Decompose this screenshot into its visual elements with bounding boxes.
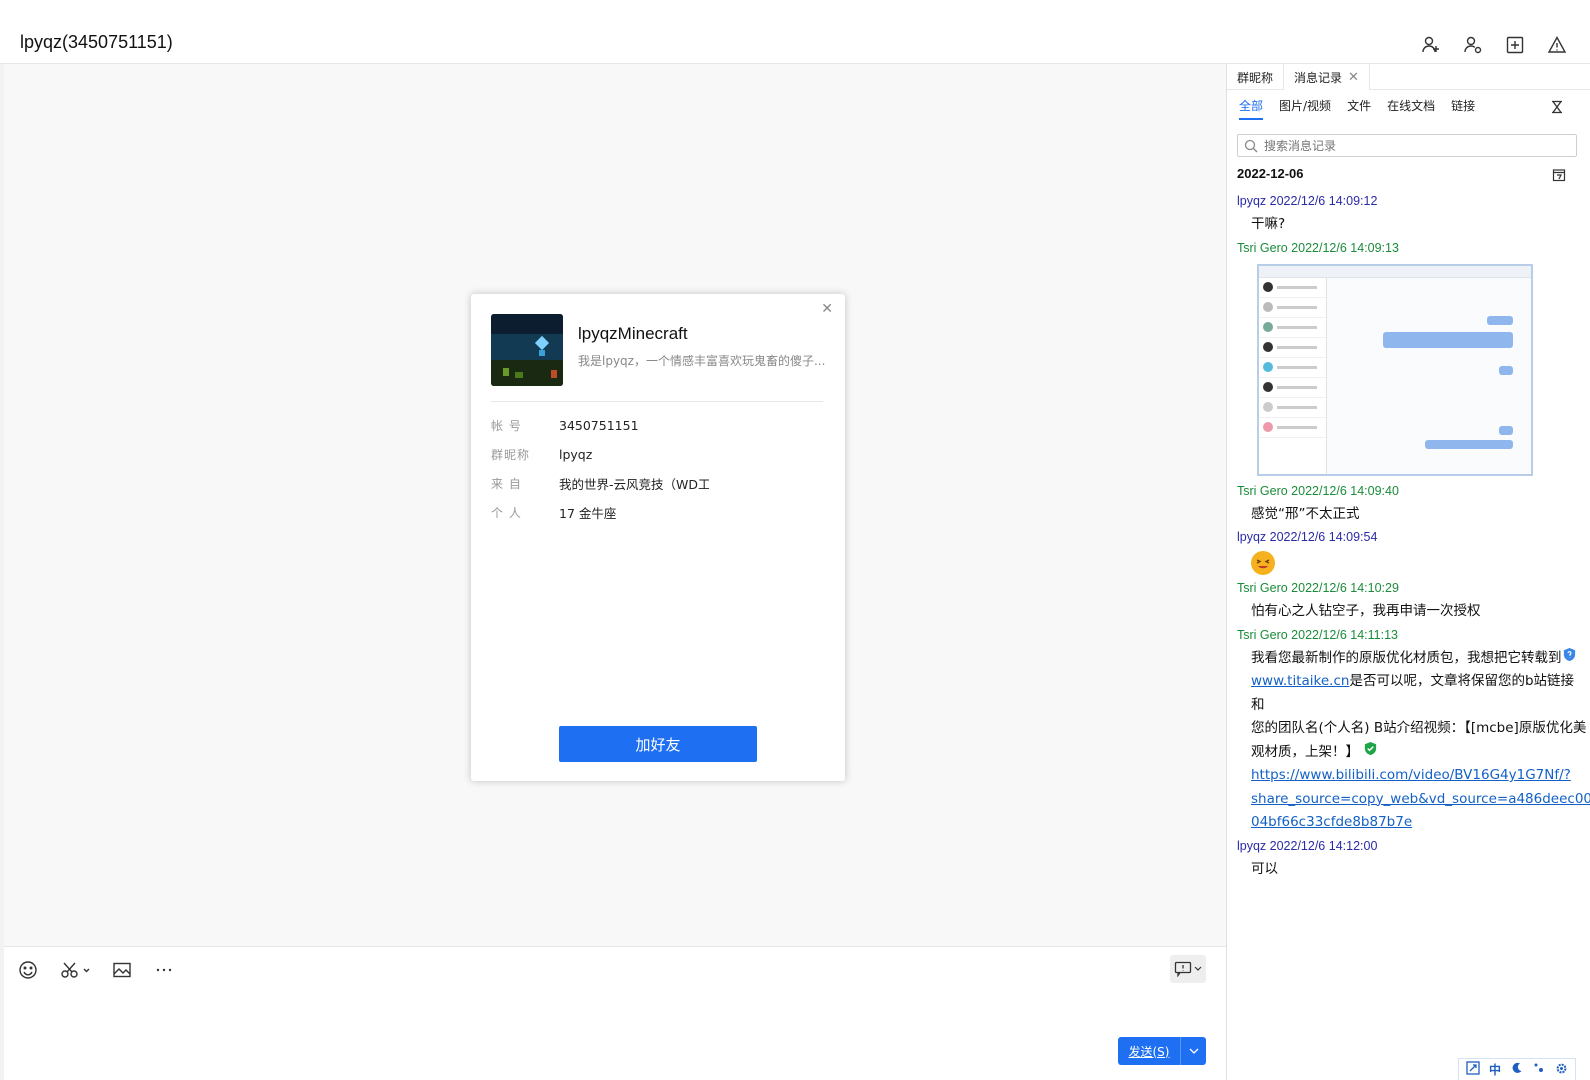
info-row-from: 来 自 我的世界-云风竞技（WD工作室） <box>491 469 709 498</box>
message-text: 我看您最新制作的原版优化材质包，我想把它转载到 www.titaike.cn是否… <box>1237 647 1590 835</box>
info-row-account: 帐 号 3450751151 <box>491 411 709 440</box>
subtab-media[interactable]: 图片/视频 <box>1279 97 1331 120</box>
message-text: 怕有心之人钻空子，我再申请一次授权 <box>1251 603 1481 619</box>
add-app-icon[interactable] <box>1504 34 1526 56</box>
filter-icon[interactable] <box>1550 100 1564 117</box>
laughing-emoji-icon <box>1251 551 1275 575</box>
profile-name: lpyqzMinecraft <box>578 324 688 343</box>
search-input[interactable] <box>1264 138 1564 153</box>
divider <box>491 401 823 402</box>
tab-label: 消息记录 <box>1294 70 1343 85</box>
moon-icon[interactable] <box>1509 1062 1525 1077</box>
add-member-icon[interactable] <box>1420 34 1442 56</box>
history-filter-tabs: 全部 图片/视频 文件 在线文档 链接 <box>1239 97 1475 120</box>
message-meta: Tsri Gero 2022/12/6 14:09:40 <box>1237 483 1399 498</box>
panel-tabs: 群昵称 消息记录 ✕ <box>1227 64 1590 90</box>
message-text: 感觉“邢”不太正式 <box>1251 505 1360 522</box>
subtab-files[interactable]: 文件 <box>1347 97 1371 120</box>
chevron-down-icon <box>1189 1048 1198 1054</box>
member-settings-icon[interactable] <box>1462 34 1484 56</box>
subtab-all[interactable]: 全部 <box>1239 97 1264 120</box>
profile-card: ✕ lpyqzMinecraft 我是lpyqz，一个情感丰富喜欢玩鬼畜的傻子.… <box>471 294 845 781</box>
search-icon <box>1244 139 1258 152</box>
close-icon[interactable]: ✕ <box>821 300 833 317</box>
message-link[interactable]: https://www.bilibili.com/video/BV16G4y1G… <box>1251 767 1571 783</box>
image-icon[interactable] <box>112 959 132 981</box>
input-toolbar <box>18 959 174 981</box>
ime-status-bar: 中 <box>1458 1058 1576 1080</box>
send-button[interactable]: 发送(S) <box>1118 1037 1180 1065</box>
message-link[interactable]: share_source=copy_web&vd_source=a486deec… <box>1251 791 1590 807</box>
send-button-group: 发送(S) <box>1118 1037 1206 1065</box>
message-meta: lpyqz 2022/12/6 14:12:00 <box>1237 838 1378 853</box>
info-label: 群昵称 <box>491 448 531 462</box>
message-meta: lpyqz 2022/12/6 14:09:12 <box>1237 194 1378 208</box>
message-text: 干嘛? <box>1251 216 1286 232</box>
screenshot-icon[interactable] <box>60 959 90 981</box>
tab-label: 群昵称 <box>1237 70 1274 85</box>
header-actions <box>1420 34 1568 56</box>
close-tab-icon[interactable]: ✕ <box>1348 70 1359 85</box>
message-meta: Tsri Gero 2022/12/6 14:10:29 <box>1237 581 1399 595</box>
subtab-links[interactable]: 链接 <box>1451 97 1475 120</box>
send-options-button[interactable] <box>1180 1037 1206 1065</box>
message-line: 观材质，上架！】 <box>1251 743 1359 760</box>
chevron-down-icon <box>1194 966 1202 971</box>
chat-title: lpyqz(3450751151) <box>20 32 173 52</box>
info-label: 来 自 <box>491 477 522 491</box>
tab-message-history[interactable]: 消息记录 ✕ <box>1283 64 1370 90</box>
info-value: 17 金牛座 <box>559 506 617 521</box>
message-list: lpyqz 2022/12/6 14:09:12 干嘛? Tsri Gero 2… <box>1237 190 1590 881</box>
more-icon[interactable] <box>154 959 174 981</box>
emoji-icon[interactable] <box>18 959 38 981</box>
profile-signature: 我是lpyqz，一个情感丰富喜欢玩鬼畜的傻子... <box>578 354 826 368</box>
message-meta: lpyqz 2022/12/6 14:09:54 <box>1237 530 1378 544</box>
info-row-personal: 个 人 17 金牛座 <box>491 498 709 527</box>
info-value: 3450751151 <box>559 418 639 433</box>
message-meta: Tsri Gero 2022/12/6 14:11:13 <box>1237 627 1398 642</box>
ime-logo-icon[interactable] <box>1465 1061 1481 1078</box>
shield-icon <box>1563 647 1575 661</box>
history-search[interactable] <box>1237 134 1577 157</box>
profile-info: 帐 号 3450751151 群昵称 lpyqz 来 自 我的世界-云风竞技（W… <box>491 411 709 527</box>
message-link[interactable]: 04bf66c33cfde8b87b7e <box>1251 814 1412 830</box>
message-meta: Tsri Gero 2022/12/6 14:09:13 <box>1237 240 1399 255</box>
message-line: 您的团队名(个人名) B站介绍视频：【[mcbe]原版优化美 <box>1251 720 1587 736</box>
screenshot-image[interactable] <box>1257 263 1533 476</box>
info-value: lpyqz <box>559 447 593 462</box>
verified-shield-icon <box>1365 741 1377 755</box>
add-friend-button[interactable]: 加好友 <box>559 726 757 762</box>
info-label: 帐 号 <box>491 419 522 433</box>
tab-group-nickname[interactable]: 群昵称 <box>1227 64 1283 90</box>
subtab-docs[interactable]: 在线文档 <box>1387 97 1435 120</box>
date-heading: 2022-12-06 <box>1237 166 1304 181</box>
message-link[interactable]: www.titaike.cn <box>1251 673 1349 689</box>
ime-language[interactable]: 中 <box>1487 1061 1503 1078</box>
info-label: 个 人 <box>491 506 522 520</box>
message-text: 可以 <box>1251 860 1278 877</box>
message-icon <box>1174 961 1192 977</box>
punctuation-icon[interactable] <box>1531 1062 1547 1077</box>
info-value: 我的世界-云风竞技（WD工作室） <box>559 477 709 492</box>
calendar-icon[interactable] <box>1552 168 1566 185</box>
gear-icon[interactable] <box>1553 1062 1569 1078</box>
chat-header: lpyqz(3450751151) <box>0 0 1590 64</box>
avatar[interactable] <box>491 314 563 386</box>
report-icon[interactable] <box>1546 34 1568 56</box>
info-row-nickname: 群昵称 lpyqz <box>491 440 709 469</box>
message-input-area[interactable]: 发送(S) <box>4 946 1226 1080</box>
message-history-panel: 群昵称 消息记录 ✕ 全部 图片/视频 文件 在线文档 链接 2022-12-06… <box>1226 64 1590 1080</box>
chat-mode-button[interactable] <box>1170 955 1206 983</box>
message-line: 我看您最新制作的原版优化材质包，我想把它转载到 <box>1251 649 1562 666</box>
